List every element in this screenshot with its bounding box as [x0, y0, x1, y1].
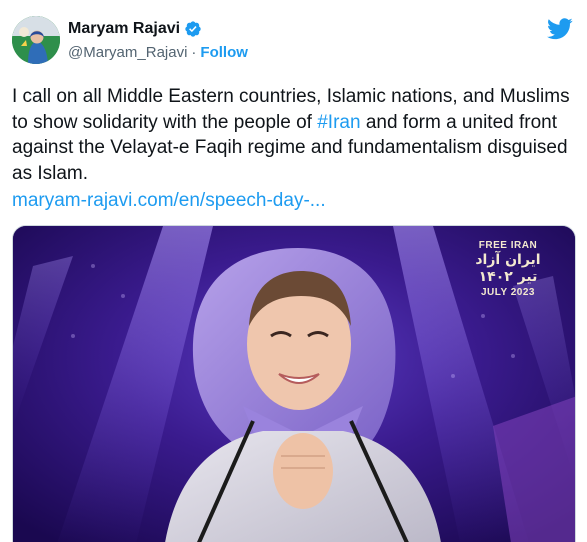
hashtag-link[interactable]: #Iran	[317, 112, 360, 133]
tweet-card[interactable]: Maryam Rajavi @Maryam_Rajavi · Follow I …	[0, 0, 587, 542]
author-handle[interactable]: @Maryam_Rajavi	[68, 44, 187, 61]
avatar-image	[12, 16, 60, 64]
watermark-persian-date: تیر ۱۴۰۲	[478, 269, 538, 285]
tweet-url-link[interactable]: maryam-rajavi.com/en/speech-day-...	[12, 188, 326, 214]
free-iran-watermark: FREE IRAN ایران آزاد تیر ۱۴۰۲ JULY 2023	[463, 240, 553, 298]
watermark-free-iran: FREE IRAN	[478, 240, 538, 251]
twitter-bird-icon[interactable]	[547, 18, 573, 40]
separator-dot: ·	[191, 44, 197, 61]
tweet-media-image[interactable]: FREE IRAN ایران آزاد تیر ۱۴۰۲ JULY 2023	[12, 225, 576, 542]
author-avatar[interactable]	[12, 16, 60, 64]
watermark-date: JULY 2023	[481, 287, 535, 298]
follow-button[interactable]: Follow	[200, 44, 248, 61]
tweet-text: I call on all Middle Eastern countries, …	[12, 84, 578, 186]
watermark-persian-title: ایران آزاد	[475, 252, 541, 268]
verified-badge-icon	[184, 20, 202, 38]
author-name[interactable]: Maryam Rajavi	[68, 20, 180, 38]
